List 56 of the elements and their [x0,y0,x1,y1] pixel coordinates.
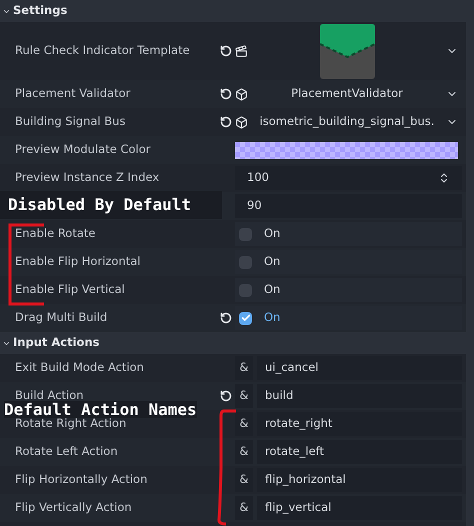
string-name-prefix: & [235,440,253,464]
section-title: Settings [13,2,68,20]
number-field[interactable]: 90 [235,194,462,218]
string-name-prefix: & [235,384,253,408]
property-label: Enable Flip Vertical [15,282,125,296]
property-label: Rule Check Indicator Template [15,43,190,58]
scene-icon [235,44,248,58]
checkbox-label: On [264,309,280,326]
text-field[interactable]: rotate_left [257,440,462,464]
property-label: Flip Horizontally Action [15,472,148,486]
section-header[interactable]: Settings [0,0,466,22]
text-field[interactable]: ui_cancel [257,356,462,380]
revert-icon[interactable] [220,390,232,402]
property-label: Exit Build Mode Action [15,360,144,374]
color-swatch[interactable] [235,142,458,158]
checkbox-label: On [264,281,280,298]
property-label: Preview Modulate Color [15,142,150,156]
string-name-prefix: & [235,468,253,492]
annotation-label: Default Action Names [4,401,197,418]
property-label: Placement Validator [15,86,130,100]
indicator-preview [320,24,374,78]
property-label: Enable Rotate [15,226,96,240]
text-field[interactable]: rotate_right [257,412,462,436]
string-name-prefix: & [235,412,253,436]
property-label: Flip Vertically Action [15,500,132,514]
node-icon [235,116,248,128]
node-icon [235,88,248,100]
annotation-label: Disabled By Default [0,191,222,219]
revert-icon[interactable] [220,45,232,57]
checkbox[interactable] [239,228,252,240]
property-label: Building Signal Bus [15,114,126,128]
revert-icon[interactable] [220,88,232,100]
checkbox[interactable] [239,312,252,324]
section-title: Input Actions [13,334,100,352]
revert-icon[interactable] [220,116,232,128]
checkbox-label: On [264,253,280,270]
text-field[interactable]: build [257,384,462,408]
text-field[interactable]: flip_vertical [257,496,462,520]
property-label: Enable Flip Horizontal [15,254,141,268]
property-label: Build Action [15,388,84,402]
text-field[interactable]: flip_horizontal [257,468,462,492]
number-field[interactable]: 100 [235,166,462,190]
property-label: Rotate Left Action [15,444,118,458]
property-label: Preview Instance Z Index [15,170,160,184]
string-name-prefix: & [235,356,253,380]
section-header[interactable]: Input Actions [0,332,466,354]
object-value[interactable]: isometric_building_signal_bus. [252,113,442,131]
property-label: Rotate Right Action [15,416,126,430]
checkbox[interactable] [239,256,252,268]
spinner-icon[interactable] [438,172,450,184]
object-value[interactable]: PlacementValidator [252,85,442,103]
checkbox[interactable] [239,284,252,296]
checkbox-label: On [264,225,280,242]
string-name-prefix: & [235,496,253,520]
property-label: Drag Multi Build [15,310,108,324]
revert-icon[interactable] [220,312,232,324]
